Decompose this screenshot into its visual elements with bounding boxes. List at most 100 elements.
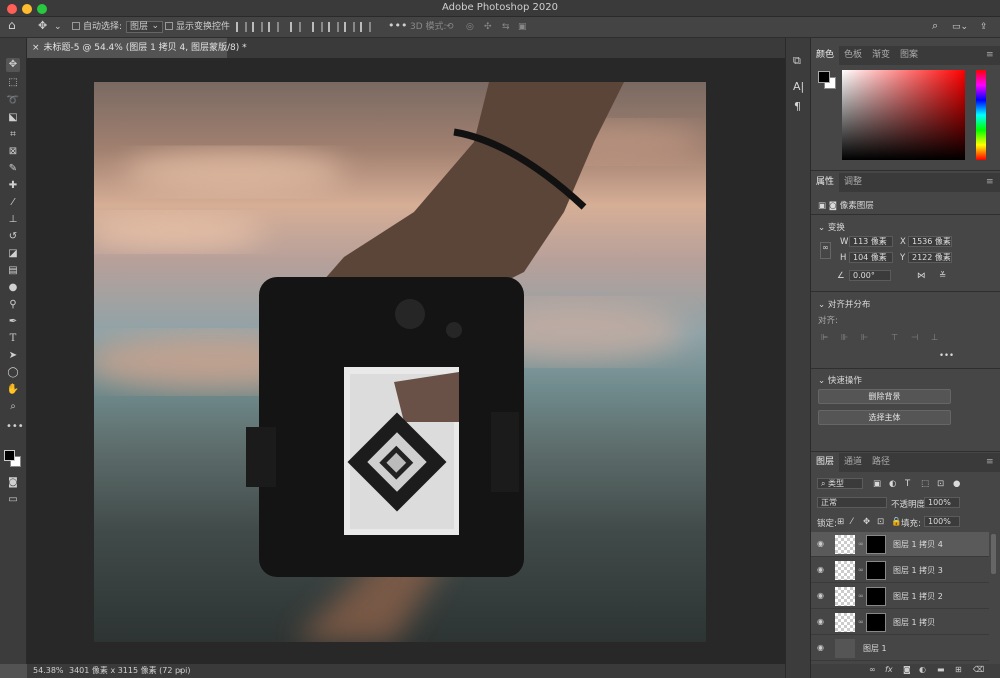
- filter-shape-icon[interactable]: ⬚: [921, 479, 929, 489]
- layer-row[interactable]: ◉ 图层 1: [811, 636, 989, 661]
- frame-tool-icon[interactable]: ⊠: [6, 145, 20, 159]
- lasso-tool-icon[interactable]: ➰: [6, 94, 20, 108]
- home-icon[interactable]: ⌂: [8, 18, 16, 33]
- align-top-icon[interactable]: [290, 22, 301, 32]
- zoom-readout[interactable]: 54.38%: [33, 664, 64, 678]
- eyedropper-tool-icon[interactable]: ✎: [6, 162, 20, 176]
- layers-scrollbar[interactable]: [991, 534, 996, 574]
- link-layers-icon[interactable]: ∞: [869, 665, 876, 674]
- crop-tool-icon[interactable]: ⌗: [6, 128, 20, 142]
- align-center-icon[interactable]: [252, 22, 263, 32]
- blend-mode-select[interactable]: 正常: [817, 497, 887, 508]
- orbit-3d-icon[interactable]: ⟲: [446, 20, 454, 35]
- tab-swatches[interactable]: 色板: [839, 46, 867, 65]
- tab-channels[interactable]: 通道: [839, 453, 867, 472]
- adjustment-layer-icon[interactable]: ◐: [919, 665, 926, 674]
- layer-mask-thumbnail[interactable]: [866, 587, 886, 606]
- align-right-edges-icon[interactable]: ⊩: [861, 333, 868, 343]
- lock-artboard-icon[interactable]: ⊡: [877, 517, 884, 527]
- history-brush-icon[interactable]: ↺: [6, 230, 20, 244]
- more-tools-icon[interactable]: •••: [6, 420, 24, 434]
- tab-patterns[interactable]: 图案: [895, 46, 923, 65]
- layer-row[interactable]: ◉ ∞ 图层 1 拷贝 3: [811, 558, 989, 583]
- layer-thumbnail[interactable]: [835, 587, 855, 606]
- eraser-tool-icon[interactable]: ◪: [6, 247, 20, 261]
- layer-mask-thumbnail[interactable]: [866, 535, 886, 554]
- share-icon[interactable]: ⇪: [980, 20, 988, 35]
- lock-all-icon[interactable]: 🔒: [891, 517, 902, 527]
- align-left-icon[interactable]: [236, 22, 247, 32]
- tab-color[interactable]: 颜色: [811, 46, 840, 65]
- healing-brush-icon[interactable]: ✚: [6, 179, 20, 193]
- layer-name[interactable]: 图层 1 拷贝 3: [893, 565, 943, 576]
- opacity-field[interactable]: 100%: [924, 497, 960, 508]
- layer-mask-thumbnail[interactable]: [866, 613, 886, 632]
- layer-thumbnail[interactable]: [835, 639, 855, 658]
- mask-link-icon[interactable]: ∞: [858, 566, 864, 574]
- layer-thumbnail[interactable]: [835, 613, 855, 632]
- mask-link-icon[interactable]: ∞: [858, 540, 864, 548]
- panel-menu-icon[interactable]: ≡: [981, 173, 999, 192]
- workspace-icon[interactable]: ▭⌄: [952, 20, 968, 35]
- align-section-header[interactable]: ⌄ 对齐并分布: [818, 298, 870, 310]
- y-field[interactable]: 2122 像素: [908, 252, 952, 263]
- more-options-icon[interactable]: •••: [388, 18, 407, 33]
- visibility-eye-icon[interactable]: ◉: [817, 565, 827, 575]
- panel-menu-icon[interactable]: ≡: [981, 46, 999, 65]
- lock-pixels-icon[interactable]: ⁄: [851, 517, 852, 527]
- align-top-edges-icon[interactable]: ⊤: [891, 333, 898, 343]
- x-field[interactable]: 1536 像素: [908, 236, 952, 247]
- tab-properties[interactable]: 属性: [811, 173, 840, 192]
- mask-link-icon[interactable]: ∞: [858, 618, 864, 626]
- layer-row[interactable]: ◉ ∞ 图层 1 拷贝 4: [811, 532, 989, 557]
- filter-type-icon[interactable]: T: [905, 479, 910, 489]
- scale-3d-icon[interactable]: ▣: [518, 20, 527, 35]
- gradient-tool-icon[interactable]: ▤: [6, 264, 20, 278]
- layer-name[interactable]: 图层 1 拷贝: [893, 617, 935, 628]
- flip-horizontal-icon[interactable]: ⋈: [917, 271, 926, 281]
- distribute-icon[interactable]: [344, 22, 355, 32]
- angle-field[interactable]: 0.00°: [849, 270, 891, 281]
- roll-3d-icon[interactable]: ◎: [466, 20, 474, 35]
- align-bottom-icon[interactable]: [328, 22, 339, 32]
- align-left-edges-icon[interactable]: ⊫: [821, 333, 828, 343]
- remove-background-button[interactable]: 删除背景: [818, 389, 951, 404]
- stamp-tool-icon[interactable]: ⊥: [6, 213, 20, 227]
- lock-position-icon[interactable]: ✥: [863, 517, 870, 527]
- layer-row[interactable]: ◉ ∞ 图层 1 拷贝 2: [811, 584, 989, 609]
- layer-thumbnail[interactable]: [835, 535, 855, 554]
- align-middle-icon[interactable]: [312, 22, 323, 32]
- search-icon[interactable]: ⌕: [932, 18, 938, 33]
- quick-actions-header[interactable]: ⌄ 快速操作: [818, 374, 862, 386]
- distribute-vertical-icon[interactable]: [360, 22, 371, 32]
- filter-toggle-icon[interactable]: ●: [953, 479, 960, 489]
- blur-tool-icon[interactable]: ●: [6, 281, 20, 295]
- width-field[interactable]: 113 像素: [849, 236, 893, 247]
- select-subject-button[interactable]: 选择主体: [818, 410, 951, 425]
- align-right-icon[interactable]: [268, 22, 279, 32]
- slide-3d-icon[interactable]: ⇆: [502, 20, 510, 35]
- shape-tool-icon[interactable]: ◯: [6, 366, 20, 380]
- link-dimensions-icon[interactable]: ∞: [820, 242, 831, 259]
- color-field[interactable]: [842, 70, 965, 160]
- layer-style-icon[interactable]: fx: [885, 665, 893, 674]
- screen-mode-icon[interactable]: ▭: [6, 493, 20, 507]
- pen-tool-icon[interactable]: ✒: [6, 315, 20, 329]
- transform-section-header[interactable]: ⌄ 变换: [818, 221, 845, 233]
- path-select-icon[interactable]: ➤: [6, 349, 20, 363]
- filter-smart-object-icon[interactable]: ⊡: [937, 479, 944, 489]
- new-group-icon[interactable]: ▬: [937, 665, 945, 674]
- document-tab[interactable]: × 未标题-5 @ 54.4% (图层 1 拷贝 4, 图层蒙版/8) *: [27, 38, 247, 58]
- filter-pixel-icon[interactable]: ▣: [873, 479, 881, 489]
- move-tool-options-icon[interactable]: ✥: [38, 18, 47, 33]
- auto-select-dropdown[interactable]: 图层: [126, 21, 164, 33]
- tab-gradients[interactable]: 渐变: [867, 46, 895, 65]
- mask-link-icon[interactable]: ∞: [858, 592, 864, 600]
- auto-select-checkbox[interactable]: 自动选择:: [72, 20, 122, 35]
- fill-field[interactable]: 100%: [924, 516, 960, 527]
- document-info[interactable]: 3401 像素 x 3115 像素 (72 ppi): [69, 664, 191, 678]
- object-select-tool-icon[interactable]: ⬕: [6, 111, 20, 125]
- lock-transparency-icon[interactable]: ⊞: [837, 517, 844, 527]
- status-menu-chevron-icon[interactable]: ›: [179, 664, 182, 678]
- visibility-eye-icon[interactable]: ◉: [817, 539, 827, 549]
